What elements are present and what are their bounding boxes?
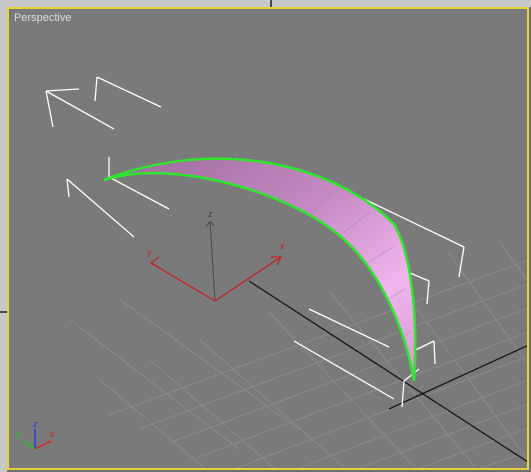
viewport-scene[interactable]: z y x z y x — [9, 9, 529, 470]
viewport-divider[interactable] — [270, 0, 272, 7]
gizmo-x-label: x — [280, 241, 285, 251]
view-axis-x-label: x — [50, 429, 55, 439]
view-axis-z-label: z — [33, 419, 38, 429]
viewport-divider[interactable] — [0, 311, 7, 313]
gizmo-y-label: y — [147, 247, 152, 257]
transform-gizmo-icon[interactable]: z y x — [147, 209, 285, 302]
floor-grid — [68, 240, 527, 468]
top-toolbar-strip — [0, 0, 531, 7]
view-axis-y-label: y — [16, 429, 21, 439]
left-viewport-strip — [0, 7, 7, 472]
perspective-viewport[interactable]: z y x z y x Perspective — [7, 7, 529, 470]
selected-arc-surface[interactable] — [103, 154, 417, 382]
gizmo-z-label: z — [208, 209, 213, 219]
view-axis-tripod-icon: z y x — [16, 419, 55, 450]
viewport-label[interactable]: Perspective — [14, 12, 71, 24]
